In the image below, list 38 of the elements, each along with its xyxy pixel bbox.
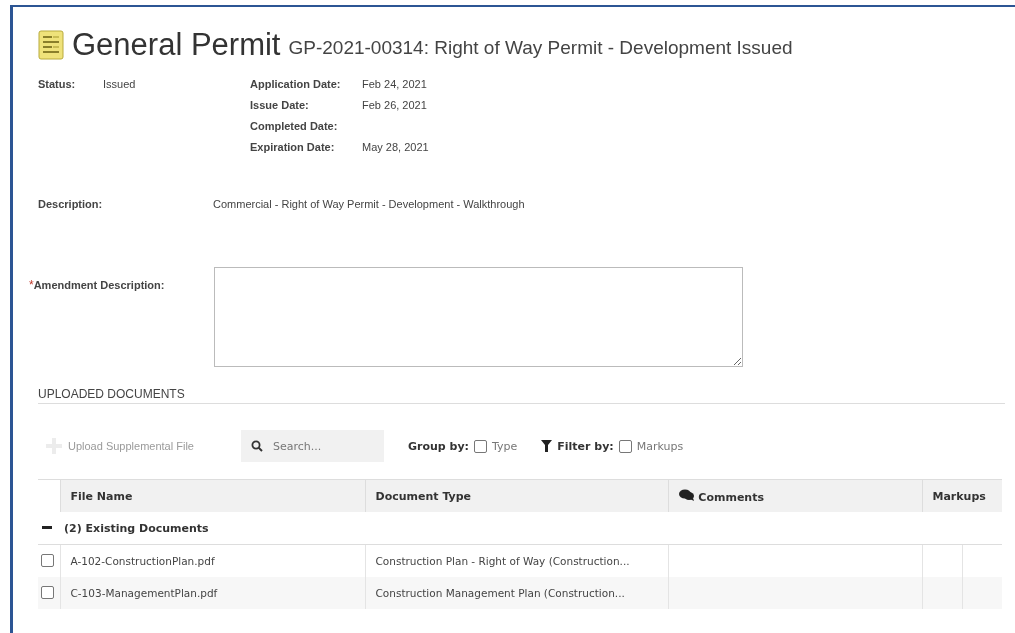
- document-icon: [38, 30, 64, 60]
- amendment-field[interactable]: [214, 267, 743, 367]
- collapse-toggle[interactable]: [42, 526, 52, 530]
- filter-by-label: Filter by:: [557, 439, 614, 453]
- required-marker: *: [29, 278, 34, 292]
- row-checkbox[interactable]: [41, 553, 54, 567]
- comments-icon: [678, 488, 695, 501]
- status-value: Issued: [103, 78, 136, 92]
- table-cell: C-103-ManagementPlan.pdf: [60, 577, 365, 609]
- status-label: Status:: [38, 78, 77, 92]
- date-label: Completed Date:: [250, 120, 339, 132]
- date-value: Feb 24, 2021: [362, 78, 428, 90]
- row-checkbox[interactable]: [41, 585, 54, 599]
- description-value: Commercial - Right of Way Permit - Development - Walkthrough: [213, 198, 525, 210]
- column-header[interactable]: File Name: [60, 479, 365, 512]
- permit-subtitle: GP-2021-00314: Right of Way Permit - Development Issued: [288, 36, 793, 59]
- date-label: Issue Date:: [250, 99, 310, 111]
- section-title: UPLOADED DOCUMENTS: [38, 387, 1005, 404]
- filter-by-checkbox[interactable]: [618, 439, 632, 453]
- permit-title: General Permit: [72, 27, 281, 63]
- filter-by-option: Markups: [636, 439, 684, 453]
- group-label: (2) Existing Documents: [64, 521, 209, 535]
- group-by-option: Type: [492, 439, 518, 453]
- column-header[interactable]: Document Type: [365, 479, 668, 512]
- date-label: Application Date:: [250, 78, 342, 90]
- search-icon: [251, 440, 263, 452]
- date-value: May 28, 2021: [362, 141, 429, 153]
- group-by-label: Group by:: [408, 439, 469, 453]
- column-header[interactable]: Comments: [668, 479, 922, 512]
- date-label: Expiration Date:: [250, 141, 336, 153]
- date-value: Feb 26, 2021: [362, 99, 428, 111]
- column-header[interactable]: Markups: [922, 479, 1002, 512]
- search-field[interactable]: Search...: [241, 430, 384, 462]
- group-by-checkbox[interactable]: [474, 439, 487, 453]
- amendment-label: Amendment Description:: [33, 279, 165, 291]
- filter-icon: [541, 440, 553, 452]
- table-cell: Construction Management Plan (Construction...: [365, 577, 668, 609]
- description-label: Description:: [38, 198, 104, 210]
